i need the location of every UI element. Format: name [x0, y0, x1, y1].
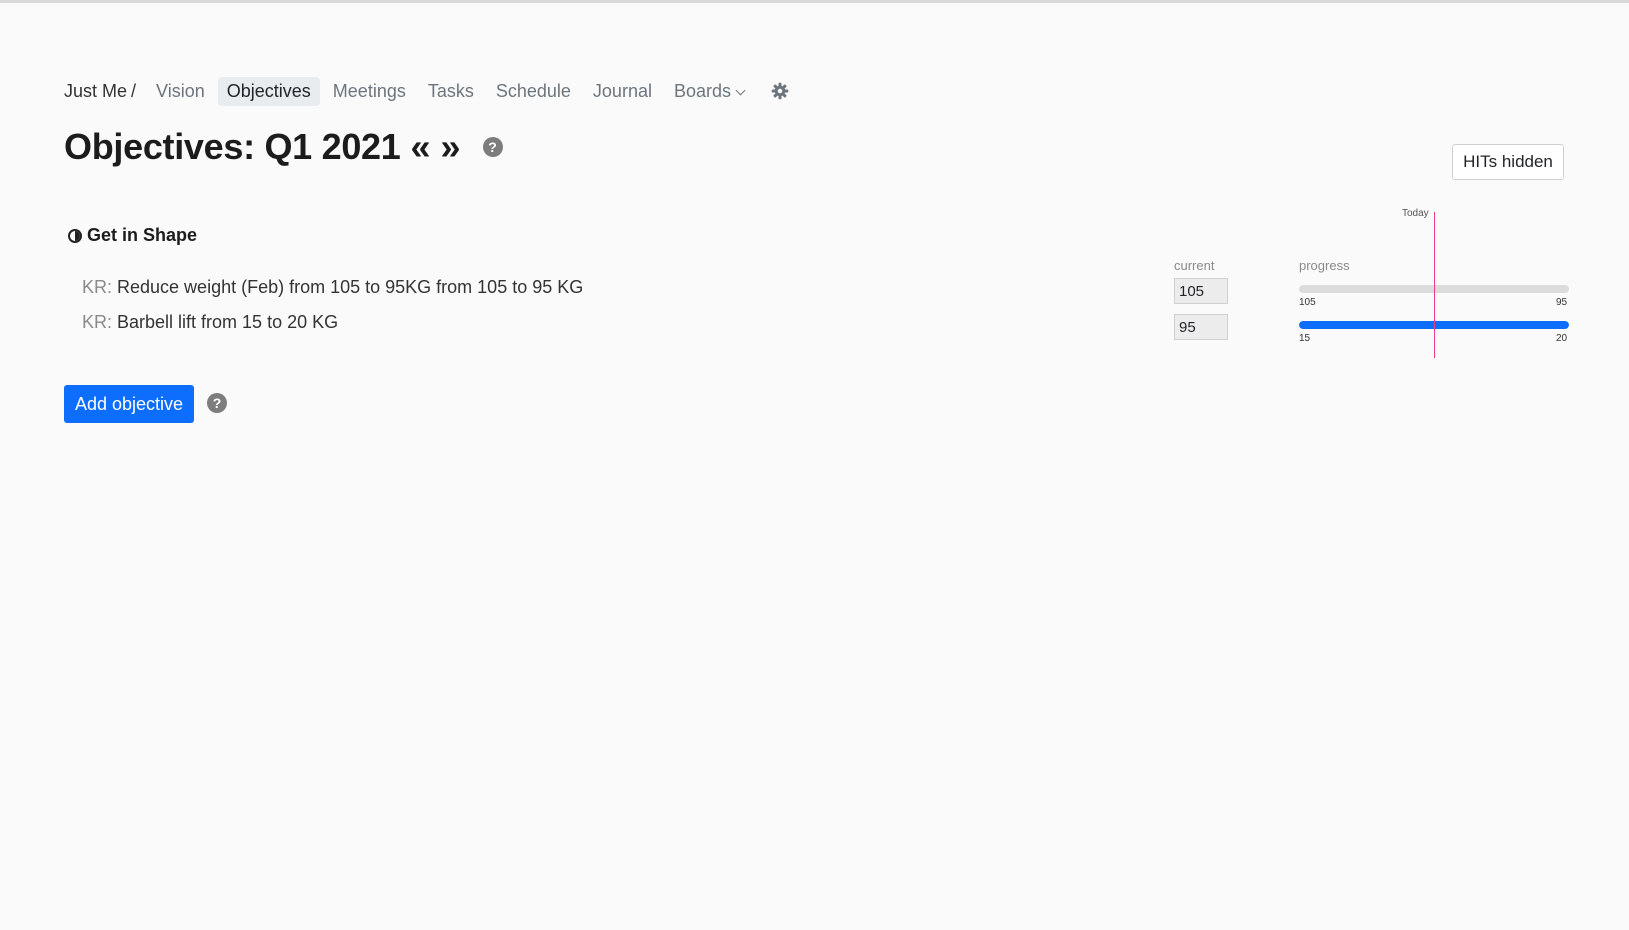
- hits-hidden-button[interactable]: HITs hidden: [1452, 144, 1564, 180]
- kr-text: Reduce weight (Feb) from 105 to 95KG fro…: [117, 277, 584, 297]
- help-circle-icon[interactable]: ?: [207, 393, 227, 413]
- today-marker-line: [1434, 212, 1435, 358]
- nav-tasks[interactable]: Tasks: [419, 77, 483, 106]
- top-nav: Just Me / Vision Objectives Meetings Task…: [64, 76, 789, 106]
- next-quarter-button[interactable]: »: [441, 129, 461, 165]
- progress-column-label: progress: [1299, 258, 1350, 273]
- top-border: [0, 0, 1629, 3]
- key-result-row[interactable]: KR: Barbell lift from 15 to 20 KG: [82, 312, 338, 333]
- previous-quarter-button[interactable]: «: [411, 129, 431, 165]
- gear-icon[interactable]: [771, 82, 789, 100]
- team-name: Just Me: [64, 80, 128, 101]
- kr-text: Barbell lift from 15 to 20 KG: [117, 312, 339, 332]
- kr-start-value: 105: [1299, 297, 1316, 308]
- title-row: Objectives: Q1 2021 « » ?: [64, 126, 503, 168]
- add-objective-button[interactable]: Add objective: [64, 385, 194, 423]
- objective-title-text: Get in Shape: [87, 225, 198, 245]
- help-circle-icon[interactable]: ?: [482, 137, 503, 157]
- page-title: Objectives: Q1 2021: [64, 126, 401, 167]
- kr-target-value: 95: [1556, 297, 1568, 308]
- chevron-down-icon: [735, 85, 746, 95]
- current-column-label: current: [1174, 258, 1215, 273]
- today-label: Today: [1402, 208, 1429, 219]
- nav-objectives[interactable]: Objectives: [217, 76, 320, 106]
- kr-target-value: 20: [1556, 333, 1568, 344]
- nav-vision[interactable]: Vision: [147, 77, 214, 106]
- nav-schedule[interactable]: Schedule: [487, 77, 580, 106]
- kr-current-input[interactable]: [1174, 278, 1228, 304]
- key-result-row[interactable]: KR: Reduce weight (Feb) from 105 to 95KG …: [82, 277, 583, 298]
- kr-current-input[interactable]: [1174, 314, 1228, 340]
- kr-start-value: 15: [1299, 333, 1311, 344]
- objective-title[interactable]: Get in Shape: [68, 225, 197, 246]
- kr-prefix: KR:: [82, 277, 113, 297]
- breadcrumb-separator: /: [131, 80, 137, 101]
- team-breadcrumb[interactable]: Just Me /: [64, 81, 136, 102]
- kr-prefix: KR:: [82, 312, 113, 332]
- nav-meetings[interactable]: Meetings: [324, 77, 415, 106]
- nav-journal[interactable]: Journal: [584, 77, 661, 106]
- half-circle-icon: [68, 228, 82, 243]
- nav-boards-dropdown[interactable]: Boards: [665, 77, 753, 106]
- nav-boards-label: Boards: [673, 80, 732, 101]
